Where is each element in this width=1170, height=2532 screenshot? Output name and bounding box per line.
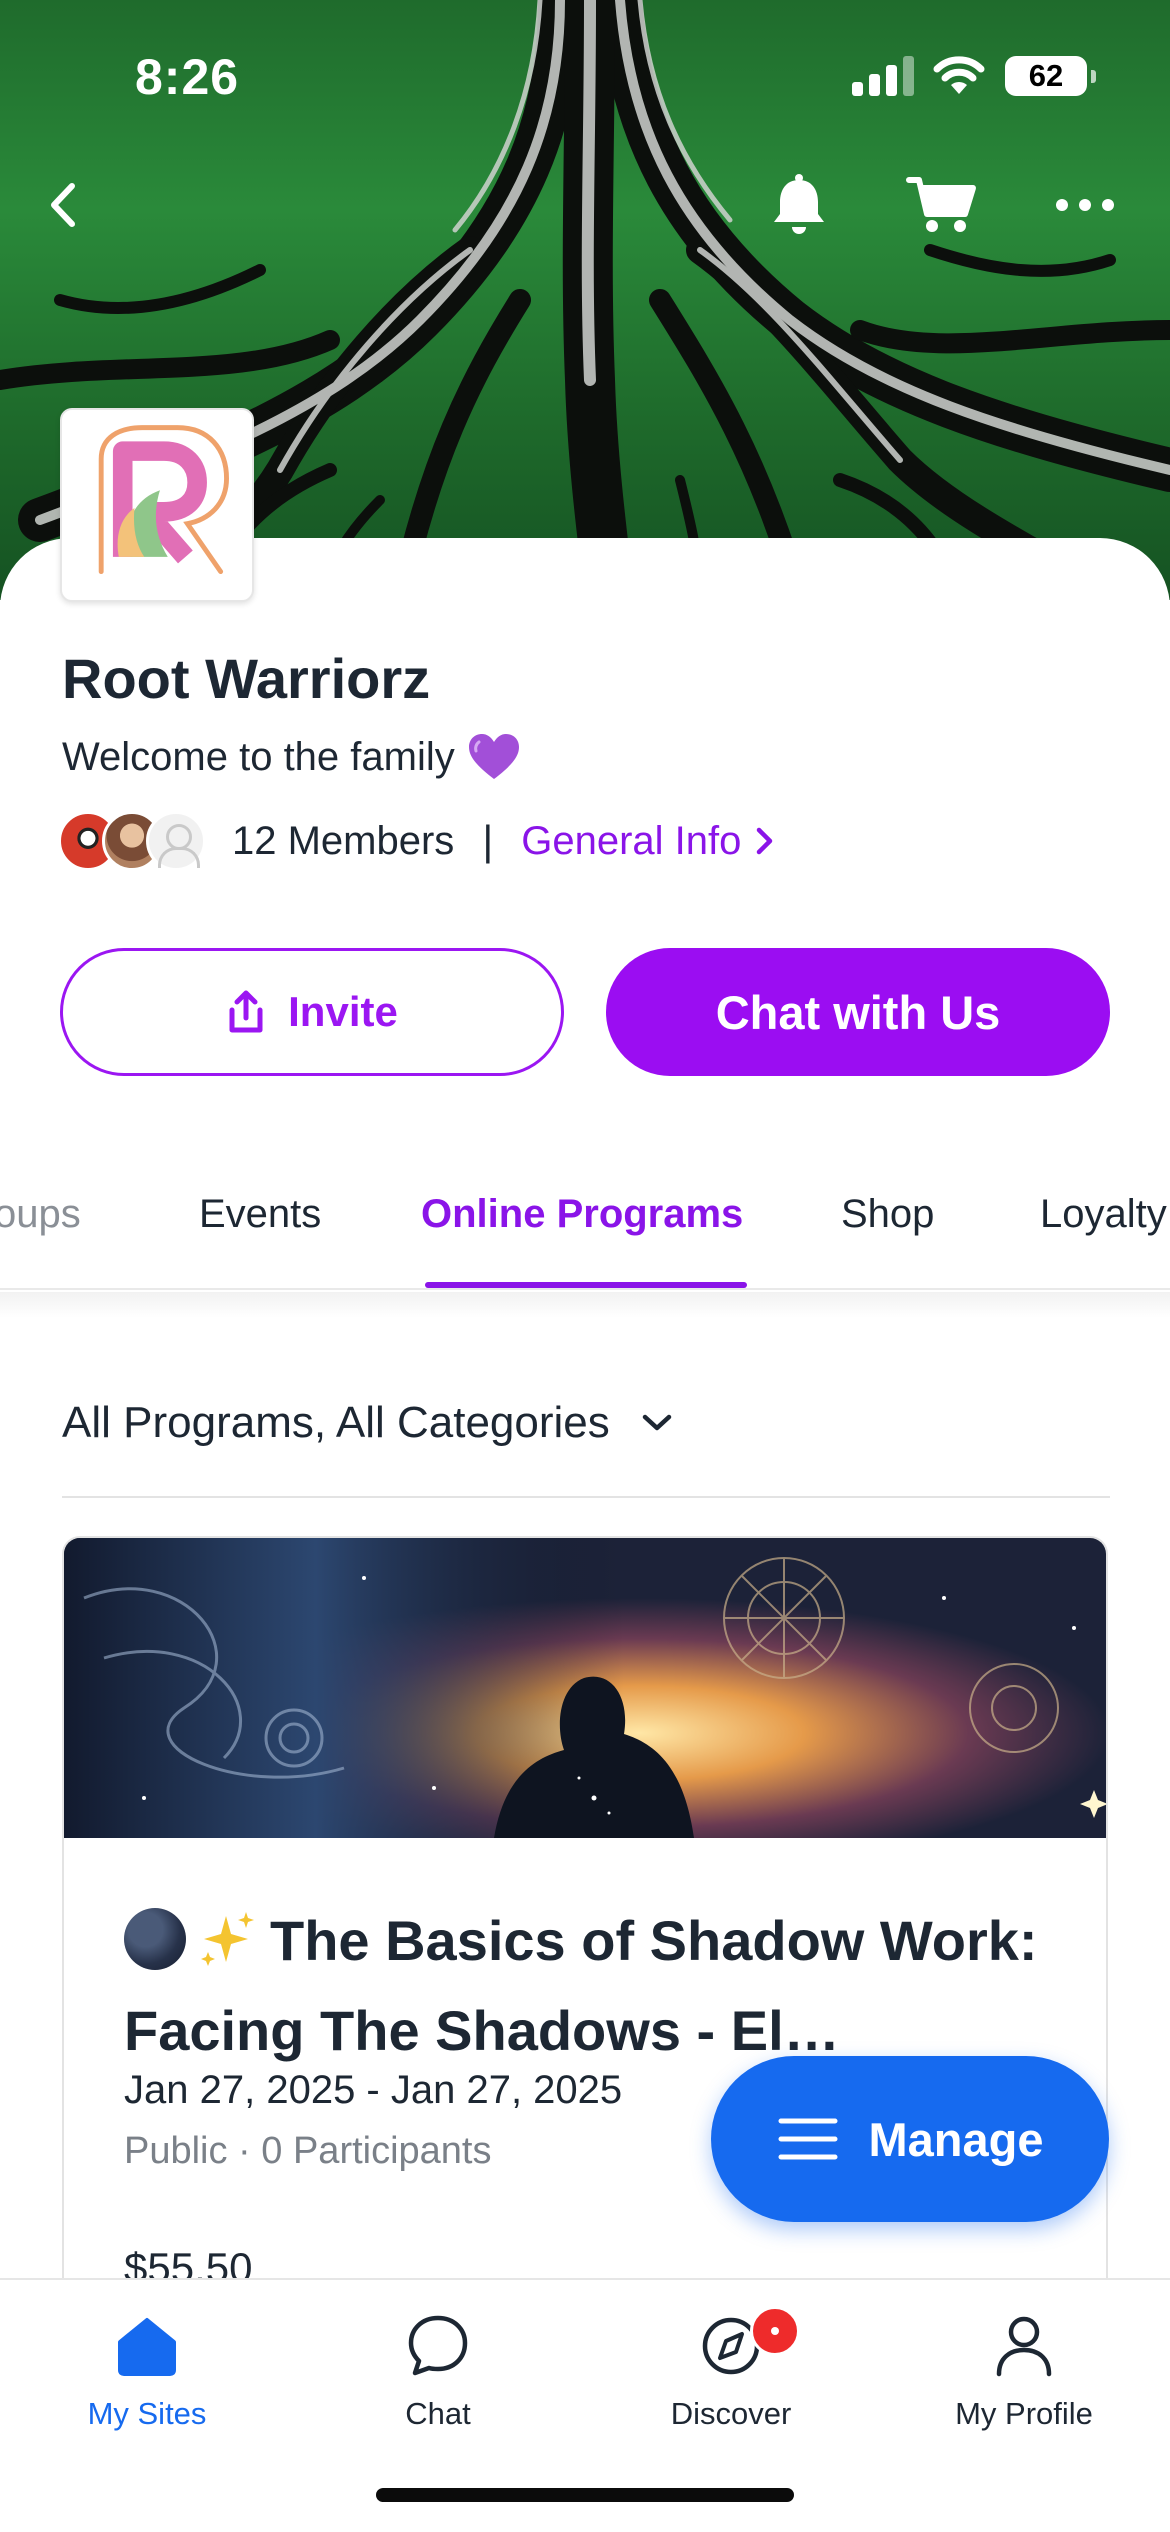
home-icon bbox=[118, 2318, 176, 2376]
separator: | bbox=[482, 817, 494, 864]
tab-shop[interactable]: Shop bbox=[841, 1192, 934, 1237]
person-icon bbox=[996, 2316, 1052, 2377]
status-bar: 8:26 62 bbox=[0, 0, 1170, 150]
nav-chat[interactable]: Chat bbox=[328, 2310, 548, 2450]
nav-my-sites[interactable]: My Sites bbox=[37, 2310, 257, 2450]
home-indicator[interactable] bbox=[376, 2488, 794, 2502]
battery-level: 62 bbox=[1028, 58, 1064, 93]
chevron-right-icon bbox=[757, 827, 773, 855]
more-options-icon[interactable] bbox=[1050, 170, 1120, 240]
avatar bbox=[146, 811, 206, 871]
divider bbox=[62, 1496, 1110, 1498]
nav-label: Discover bbox=[670, 2396, 792, 2431]
invite-label: Invite bbox=[288, 988, 398, 1035]
sparkles-icon bbox=[201, 1912, 254, 1966]
cellular-signal-icon bbox=[852, 56, 914, 96]
members-row: 12 Members | General Info bbox=[58, 806, 775, 876]
back-arrow-icon[interactable] bbox=[32, 170, 102, 240]
tab-online-programs[interactable]: Online Programs bbox=[421, 1192, 743, 1237]
tab-groups[interactable]: oups bbox=[0, 1192, 81, 1237]
site-logo bbox=[60, 408, 254, 602]
tagline-text: Welcome to the family bbox=[62, 734, 455, 779]
program-title[interactable]: The Basics of Shadow Work: Facing The Sh… bbox=[124, 1896, 1084, 2076]
general-info-link[interactable]: General Info bbox=[521, 819, 775, 864]
program-filter-dropdown[interactable]: All Programs, All Categories bbox=[62, 1398, 674, 1448]
invite-button[interactable]: Invite bbox=[60, 948, 564, 1076]
status-time: 8:26 bbox=[135, 49, 240, 105]
cart-icon[interactable] bbox=[905, 170, 979, 240]
battery-indicator: 62 bbox=[1005, 56, 1096, 96]
general-info-label: General Info bbox=[521, 818, 742, 863]
manage-label: Manage bbox=[868, 2112, 1044, 2166]
site-name: Root Warriorz bbox=[62, 647, 431, 710]
nav-discover[interactable]: Discover bbox=[621, 2306, 841, 2450]
member-avatars[interactable] bbox=[58, 809, 208, 873]
nav-my-profile[interactable]: My Profile bbox=[914, 2310, 1134, 2450]
program-visibility-participants: Public · 0 Participants bbox=[124, 2130, 492, 2172]
header-actions bbox=[0, 150, 1170, 260]
share-icon bbox=[229, 990, 263, 1033]
nav-label: Chat bbox=[405, 2396, 471, 2431]
manage-button[interactable]: Manage bbox=[711, 2056, 1109, 2222]
chat-with-us-label: Chat with Us bbox=[715, 985, 1001, 1039]
section-tabs: oups Events Online Programs Shop Loyalty bbox=[0, 1170, 1170, 1290]
purple-heart-icon bbox=[468, 734, 519, 779]
program-dates: Jan 27, 2025 - Jan 27, 2025 bbox=[124, 2068, 623, 2112]
nav-label: My Sites bbox=[87, 2396, 207, 2431]
tab-events[interactable]: Events bbox=[199, 1192, 321, 1237]
program-title-text: The Basics of Shadow Work: Facing The Sh… bbox=[124, 1909, 1038, 2062]
nav-label: My Profile bbox=[955, 2396, 1093, 2431]
notification-badge bbox=[750, 2306, 800, 2356]
new-moon-icon bbox=[124, 1908, 186, 1970]
filter-label: All Programs, All Categories bbox=[62, 1398, 610, 1447]
program-cover-image bbox=[64, 1538, 1106, 1838]
bell-icon[interactable] bbox=[766, 170, 832, 240]
chat-icon bbox=[408, 2315, 468, 2376]
tab-loyalty[interactable]: Loyalty bbox=[1040, 1192, 1167, 1237]
members-count[interactable]: 12 Members bbox=[232, 819, 454, 864]
tabs-shadow bbox=[0, 1292, 1170, 1318]
chevron-down-icon bbox=[642, 1414, 672, 1431]
logo-letter-r-icon bbox=[98, 425, 229, 575]
active-tab-indicator bbox=[425, 1282, 747, 1288]
chat-with-us-button[interactable]: Chat with Us bbox=[606, 948, 1110, 1076]
site-tagline: Welcome to the family bbox=[62, 732, 521, 782]
menu-icon bbox=[778, 2118, 837, 2160]
wifi-icon bbox=[933, 56, 985, 94]
